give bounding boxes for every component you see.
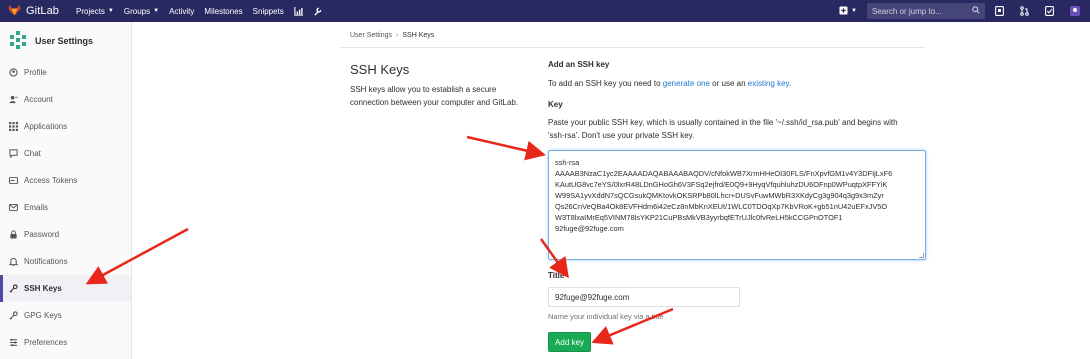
gitlab-logo[interactable]: GitLab — [8, 4, 59, 18]
nav-projects[interactable]: Projects ▼ — [76, 7, 114, 16]
sidebar-item-access-tokens[interactable]: Access Tokens — [0, 167, 131, 194]
sidebar-item-label: Access Tokens — [24, 176, 78, 185]
chart-icon[interactable] — [294, 6, 303, 16]
tanuki-icon — [8, 4, 21, 18]
page-title: SSH Keys — [350, 62, 410, 77]
annotation-arrows — [85, 135, 674, 345]
add-ssh-key-heading: Add an SSH key — [548, 60, 610, 69]
search-placeholder: Search or jump to... — [872, 6, 942, 16]
nav-snippets[interactable]: Snippets — [253, 7, 284, 16]
breadcrumb-current[interactable]: SSH Keys — [402, 32, 434, 39]
page-description: SSH keys allow you to establish a secure… — [350, 85, 519, 107]
add-key-button[interactable]: Add key — [548, 332, 591, 352]
sidebar-item-label: Preferences — [24, 338, 68, 347]
key-text-line: W3T8lxaIMrEq5VINM78lsYKP21CuPBsMkVB3yyrb… — [555, 213, 843, 222]
nav-projects-label: Projects — [76, 6, 105, 16]
sidebar-header[interactable]: User Settings — [0, 22, 131, 60]
key-text-line: ssh-rsa — [555, 158, 580, 167]
brand-name: GitLab — [26, 5, 60, 17]
existing-key-link[interactable]: existing key — [748, 79, 789, 88]
nav-groups[interactable]: Groups ▼ — [124, 7, 159, 16]
key-text-line: Qs26CnVeQBa4Ok8EVFHdm6i42eCz8nMbKnXEUt/1… — [555, 202, 888, 211]
ssh-key-textarea[interactable]: ssh-rsa AAAAB3NzaC1yc2EAAAADAQABAAABAQDV… — [548, 150, 926, 260]
sidebar-item-label: Profile — [24, 68, 47, 77]
breadcrumb-separator: › — [396, 32, 399, 39]
sidebar-item-chat[interactable]: Chat — [0, 140, 131, 167]
key-icon — [8, 311, 18, 321]
sidebar-item-notifications[interactable]: Notifications — [0, 248, 131, 275]
key-help-line: 'ssh-rsa'. Don't use your private SSH ke… — [548, 131, 695, 140]
title-label: Title — [548, 271, 565, 280]
sidebar-item-label: SSH Keys — [24, 284, 62, 293]
wrench-icon[interactable] — [313, 7, 322, 16]
nav-groups-label: Groups — [123, 6, 151, 16]
sidebar-item-profile[interactable]: Profile — [0, 59, 131, 86]
nav-milestones[interactable]: Milestones — [204, 7, 242, 16]
key-text-line: W99SA1yvXddN7sQCGsukQMKtovkOKSRPb80lLhcr… — [555, 191, 884, 200]
breadcrumb: User Settings › SSH Keys — [350, 32, 434, 39]
user-avatar[interactable] — [1070, 6, 1080, 16]
applications-icon — [8, 122, 18, 132]
lock-icon — [8, 230, 18, 240]
nav-activity[interactable]: Activity — [169, 7, 194, 16]
merge-request-icon[interactable] — [1020, 6, 1029, 16]
intro-text: To add an SSH key you need to — [548, 79, 661, 88]
arrow-to-key-textarea — [466, 135, 546, 161]
key-text-line: KAutUG8vc7eYS/0lxrR48LDnGHoGh6V3FSq2ejfr… — [555, 180, 888, 189]
sidebar-item-label: Applications — [24, 122, 68, 131]
chat-icon — [8, 149, 18, 159]
breadcrumb-parent[interactable]: User Settings — [350, 32, 392, 39]
key-label: Key — [548, 100, 563, 109]
key-text-line: AAAAB3NzaC1yc2EAAAADAQABAAABAQDV/cNfokWB… — [555, 169, 893, 178]
search-icon — [972, 6, 980, 16]
preferences-icon — [8, 338, 18, 348]
chevron-down-icon: ▼ — [107, 8, 114, 14]
search-input[interactable]: Search or jump to... — [867, 3, 985, 19]
sidebar-item-label: Emails — [24, 203, 49, 212]
sidebar-item-emails[interactable]: Emails — [0, 194, 131, 221]
intro-text: . — [788, 79, 792, 88]
sidebar-item-preferences[interactable]: Preferences — [0, 329, 131, 356]
user-avatar-icon — [8, 30, 28, 52]
issues-icon[interactable] — [995, 6, 1004, 16]
sidebar-item-label: Notifications — [24, 257, 68, 266]
profile-icon — [8, 68, 18, 78]
token-icon — [8, 176, 18, 186]
resize-handle[interactable] — [919, 253, 924, 258]
plus-square-icon — [839, 5, 848, 17]
new-item-button[interactable]: ▼ — [839, 5, 857, 17]
key-help-line: Paste your public SSH key, which is usua… — [548, 118, 898, 127]
sidebar-title: User Settings — [35, 36, 94, 46]
sidebar-item-password[interactable]: Password — [0, 221, 131, 248]
top-navbar: GitLab Projects ▼ Groups ▼ Activity Milest… — [0, 0, 1090, 22]
key-help-text: Paste your public SSH key, which is usua… — [548, 116, 928, 142]
title-field[interactable]: 92fuge@92fuge.com — [548, 287, 740, 307]
email-icon — [8, 203, 18, 213]
key-icon — [8, 284, 18, 294]
sidebar-item-label: GPG Keys — [24, 311, 62, 320]
sidebar-item-gpg-keys[interactable]: GPG Keys — [0, 302, 131, 329]
generate-one-link[interactable]: generate one — [663, 79, 710, 88]
account-icon — [8, 95, 18, 105]
breadcrumb-divider — [340, 47, 925, 48]
settings-sidebar: User Settings Profile Account Applicatio… — [0, 22, 132, 359]
sidebar-item-label: Account — [24, 95, 53, 104]
key-text-line: 92fuge@92fuge.com — [555, 224, 624, 233]
chevron-down-icon: ▼ — [153, 8, 160, 14]
bell-icon — [8, 257, 18, 267]
chevron-down-icon: ▼ — [851, 8, 857, 14]
sidebar-item-label: Chat — [24, 149, 41, 158]
sidebar-item-ssh-keys[interactable]: SSH Keys — [0, 275, 131, 302]
sidebar-item-applications[interactable]: Applications — [0, 113, 131, 140]
sidebar-item-label: Password — [24, 230, 60, 239]
title-hint: Name your individual key via a title — [548, 312, 664, 321]
intro-text: or use an — [712, 79, 746, 88]
add-key-intro: To add an SSH key you need to generate o… — [548, 77, 791, 90]
sidebar-item-account[interactable]: Account — [0, 86, 131, 113]
todo-icon[interactable] — [1045, 6, 1054, 16]
